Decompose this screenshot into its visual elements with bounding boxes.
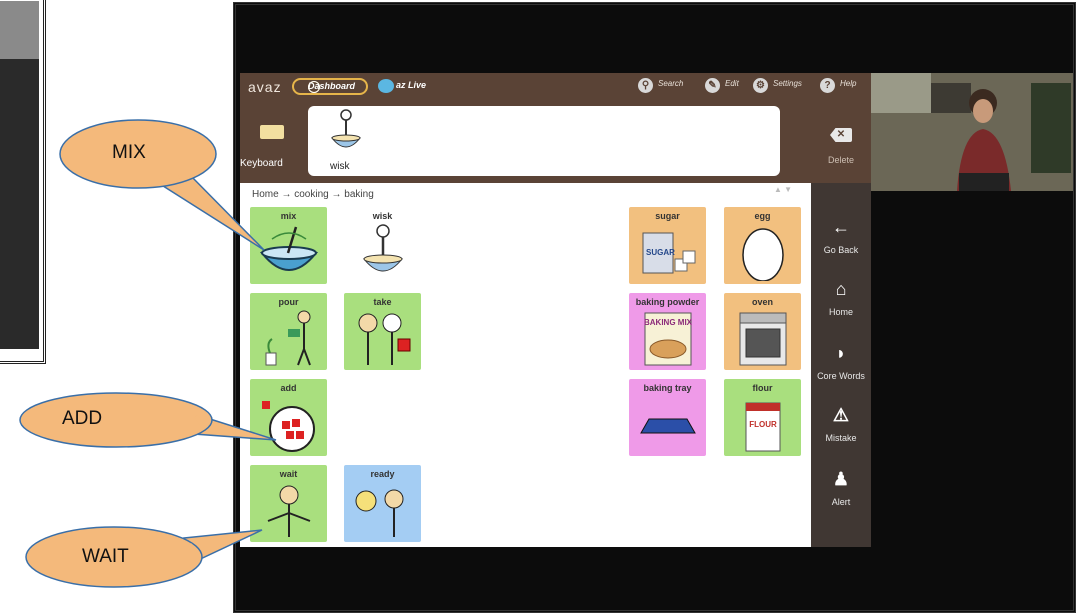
tile-egg[interactable]: egg	[724, 207, 801, 284]
delete-button[interactable]: ✕ Delete	[814, 101, 871, 183]
tile-label: ready	[370, 469, 395, 479]
help-icon[interactable]: ?	[820, 78, 835, 93]
classroom-camera-image	[871, 73, 1073, 191]
live-camera-icon[interactable]	[378, 79, 394, 93]
bell-icon: ♟	[832, 469, 850, 489]
tile-label: wait	[279, 469, 298, 479]
app-top-bar: avaz Dashboard az Live ⚲ Search ✎ Edit ⚙…	[240, 73, 871, 101]
callout-bubble-icon	[25, 526, 263, 588]
tile-label: flour	[752, 383, 773, 393]
egg-icon	[742, 228, 784, 281]
oven-icon	[739, 312, 787, 366]
tile-baking-powder[interactable]: baking powder BAKING MIX	[629, 293, 706, 370]
tile-take[interactable]: take	[344, 293, 421, 370]
tile-label: take	[373, 297, 392, 307]
svg-text:BAKING MIX: BAKING MIX	[644, 318, 693, 327]
edit-button[interactable]: Edit	[725, 79, 739, 88]
callout-mix: MIX	[58, 118, 268, 256]
sentence-bar: Keyboard wisk ✕ Delete	[240, 101, 871, 183]
tile-label: baking powder	[635, 297, 700, 307]
adjacent-image-frame	[0, 0, 46, 364]
backspace-icon: ✕	[830, 128, 852, 142]
tile-label: sugar	[655, 211, 680, 221]
message-box[interactable]: wisk	[308, 106, 780, 176]
adjacent-image-body	[0, 59, 39, 349]
whisk-picture-icon	[330, 109, 362, 148]
message-word[interactable]: wisk	[326, 108, 366, 174]
go-back-button[interactable]: ← Go Back	[811, 211, 871, 271]
mistake-button[interactable]: ⚠ Mistake	[811, 399, 871, 459]
core-words-button[interactable]: ◗ Core Words	[811, 337, 871, 397]
tile-label: egg	[754, 211, 771, 221]
baking-tray-icon	[640, 418, 696, 434]
symbol-grid: Home → cooking → baking ▲ ▼ mix wisk sug…	[240, 183, 811, 547]
tile-flour[interactable]: flour FLOUR	[724, 379, 801, 456]
delete-label: Delete	[828, 155, 855, 165]
tile-ready[interactable]: ready	[344, 465, 421, 542]
page-arrows-icon[interactable]: ▲ ▼	[774, 185, 792, 194]
search-button[interactable]: Search	[658, 79, 683, 88]
go-back-label: Go Back	[823, 245, 859, 255]
mistake-label: Mistake	[825, 433, 857, 443]
core-words-label: Core Words	[817, 371, 865, 381]
settings-button[interactable]: Settings	[773, 79, 802, 88]
callout-wait-label: WAIT	[82, 546, 129, 567]
tile-wisk[interactable]: wisk	[344, 207, 421, 284]
help-button[interactable]: Help	[840, 79, 856, 88]
edit-icon[interactable]: ✎	[705, 78, 720, 93]
tile-label: wisk	[372, 211, 393, 221]
tile-label: oven	[751, 297, 773, 307]
alert-label: Alert	[831, 497, 851, 507]
back-arrow-icon: ←	[832, 217, 850, 237]
callout-bubble-icon	[59, 119, 265, 251]
warning-icon: ⚠	[832, 405, 850, 425]
baking-mix-box-icon: BAKING MIX	[644, 312, 693, 366]
tile-sugar[interactable]: sugar SUGAR	[629, 207, 706, 284]
alert-button[interactable]: ♟ Alert	[811, 463, 871, 523]
toggle-ring-icon	[308, 81, 320, 93]
home-label: Home	[828, 307, 853, 317]
breadcrumb-baking: baking	[344, 189, 374, 200]
callout-bubble-icon	[19, 392, 277, 448]
home-icon: ⌂	[835, 279, 847, 299]
callout-add-label: ADD	[62, 408, 103, 429]
search-icon[interactable]: ⚲	[638, 78, 653, 93]
sugar-bag-icon: SUGAR	[642, 232, 696, 274]
flour-bag-icon: FLOUR	[745, 402, 781, 452]
settings-gear-icon[interactable]: ⚙	[753, 78, 768, 93]
navigation-panel: ← Go Back ⌂ Home ◗ Core Words ⚠ Mistake …	[811, 183, 871, 547]
breadcrumb-separator: →	[331, 189, 342, 200]
live-label[interactable]: az Live	[396, 80, 426, 90]
whisk-icon	[362, 224, 404, 272]
tile-baking-tray[interactable]: baking tray	[629, 379, 706, 456]
callout-mix-label: MIX	[112, 142, 146, 163]
breadcrumb-cooking[interactable]: cooking	[294, 189, 328, 200]
svg-text:SUGAR: SUGAR	[646, 248, 675, 257]
take-people-icon	[358, 313, 411, 365]
camera-video-inset	[871, 73, 1073, 191]
ready-person-icon	[355, 489, 404, 537]
pour-person-icon	[265, 310, 311, 366]
wait-person-icon	[267, 485, 311, 537]
tile-pour[interactable]: pour	[250, 293, 327, 370]
breadcrumb: Home → cooking → baking	[252, 189, 374, 200]
home-button[interactable]: ⌂ Home	[811, 273, 871, 333]
tile-label: baking tray	[643, 383, 692, 393]
tile-oven[interactable]: oven	[724, 293, 801, 370]
tile-label: pour	[278, 297, 299, 307]
message-word-label: wisk	[330, 161, 350, 172]
dashboard-toggle[interactable]: Dashboard	[292, 78, 368, 95]
avaz-logo: avaz	[248, 79, 282, 95]
speaking-head-icon: ◗	[835, 343, 847, 363]
breadcrumb-separator: →	[281, 189, 292, 200]
callout-wait: WAIT	[24, 524, 266, 590]
svg-text:FLOUR: FLOUR	[749, 420, 777, 429]
callout-add: ADD	[18, 388, 280, 448]
adjacent-image-top	[0, 1, 39, 59]
